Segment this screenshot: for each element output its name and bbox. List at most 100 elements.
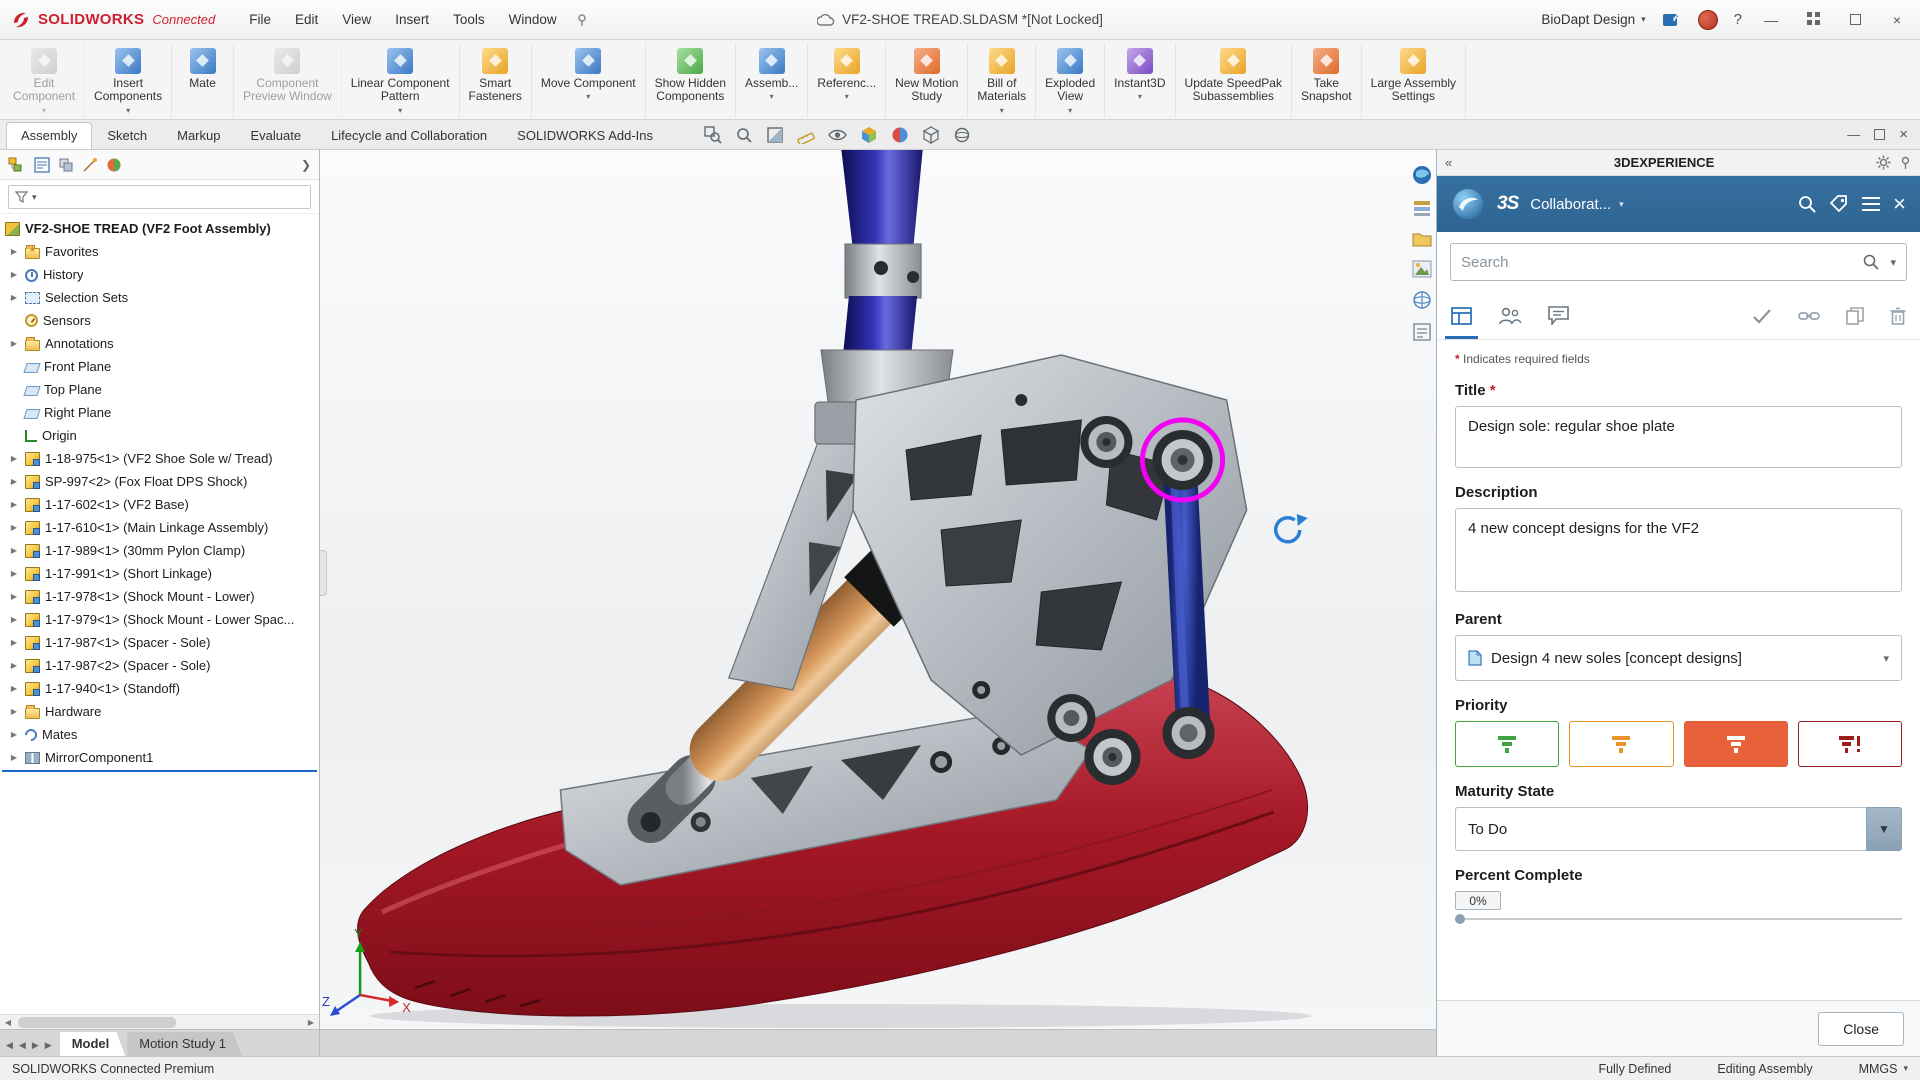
view-orientation-icon[interactable]: [860, 126, 878, 144]
tree-item[interactable]: ▶ 1-17-989<1> (30mm Pylon Clamp): [0, 539, 319, 562]
section-view-icon[interactable]: [766, 126, 784, 144]
expand-arrow-icon[interactable]: ▶: [8, 477, 20, 486]
commandmanager-tab[interactable]: Evaluate: [235, 122, 316, 149]
expand-arrow-icon[interactable]: ▶: [8, 569, 20, 578]
view-palette-icon[interactable]: [1412, 260, 1432, 278]
next-tab-button[interactable]: ▶: [32, 1040, 39, 1051]
panel-expand-chevron[interactable]: ❯: [301, 158, 311, 172]
help-button[interactable]: ?: [1734, 11, 1742, 28]
scroll-thumb[interactable]: [18, 1017, 176, 1028]
maturity-dropdown-button[interactable]: ▼: [1866, 807, 1902, 851]
maturity-dropdown[interactable]: To Do ▼: [1455, 807, 1902, 851]
app-switcher[interactable]: Collaborat... ▾: [1530, 196, 1623, 213]
last-tab-button[interactable]: ▶: [45, 1040, 52, 1051]
scroll-left-button[interactable]: ◀: [0, 1018, 16, 1027]
tree-horizontal-scrollbar[interactable]: ◀ ▶: [0, 1014, 319, 1029]
file-explorer-icon[interactable]: [1412, 230, 1432, 248]
ribbon-button[interactable]: New Motion Study ▾: [886, 43, 969, 118]
expand-arrow-icon[interactable]: ▶: [8, 707, 20, 716]
tree-item[interactable]: ▶ 1-17-978<1> (Shock Mount - Lower): [0, 585, 319, 608]
gear-icon[interactable]: [1876, 155, 1891, 170]
commandmanager-tab[interactable]: Assembly: [6, 122, 93, 149]
parent-dropdown[interactable]: Design 4 new soles [concept designs] ▾: [1455, 635, 1902, 681]
expand-arrow-icon[interactable]: ▶: [8, 615, 20, 624]
zoom-fit-icon[interactable]: [735, 126, 753, 144]
custom-properties-icon[interactable]: [1412, 322, 1432, 342]
menu-item[interactable]: Insert: [395, 12, 429, 27]
expand-arrow-icon[interactable]: ▶: [8, 339, 20, 348]
tree-root-item[interactable]: VF2-SHOE TREAD (VF2 Foot Assembly): [0, 217, 319, 240]
tree-item[interactable]: ▶ Origin: [0, 424, 319, 447]
collapse-panel-button[interactable]: «: [1445, 155, 1452, 170]
expand-arrow-icon[interactable]: ▶: [8, 454, 20, 463]
tab-duplicate[interactable]: [1846, 292, 1864, 339]
tree-item[interactable]: ▶ 1-17-987<1> (Spacer - Sole): [0, 631, 319, 654]
first-tab-button[interactable]: ◀: [6, 1040, 13, 1051]
expand-arrow-icon[interactable]: ▶: [8, 753, 20, 762]
workspace-selector[interactable]: BioDapt Design ▾: [1541, 12, 1645, 27]
tag-icon[interactable]: [1829, 194, 1849, 214]
ribbon-button[interactable]: Insert Components ▾: [85, 43, 173, 118]
expand-arrow-icon[interactable]: ▶: [8, 730, 20, 739]
tree-filter-field[interactable]: ▾: [8, 185, 311, 209]
user-avatar[interactable]: [1697, 9, 1718, 30]
commandmanager-tab[interactable]: Markup: [162, 122, 235, 149]
tree-item[interactable]: ▶ 1-17-987<2> (Spacer - Sole): [0, 654, 319, 677]
dimxpert-tab-icon[interactable]: [82, 157, 98, 173]
design-library-icon[interactable]: [1412, 198, 1432, 218]
expand-arrow-icon[interactable]: ▶: [8, 270, 20, 279]
ribbon-button[interactable]: Bill of Materials ▾: [968, 43, 1037, 118]
tree-item[interactable]: ▶ Favorites: [0, 240, 319, 263]
tree-item[interactable]: ▶ Front Plane: [0, 355, 319, 378]
hamburger-menu-icon[interactable]: [1861, 196, 1881, 212]
expand-arrow-icon[interactable]: ▶: [8, 661, 20, 670]
model-tab[interactable]: Model: [60, 1032, 126, 1056]
priority-low-button[interactable]: [1455, 721, 1560, 767]
tab-people[interactable]: [1498, 292, 1522, 339]
zoom-to-area-icon[interactable]: [704, 126, 722, 144]
title-field[interactable]: Design sole: regular shoe plate: [1455, 406, 1902, 468]
close-panel-button[interactable]: Close: [1818, 1011, 1904, 1046]
ribbon-button[interactable]: Take Snapshot ▾: [1292, 43, 1362, 118]
restore-button[interactable]: [1842, 12, 1868, 28]
tree-item[interactable]: ▶ 1-17-940<1> (Standoff): [0, 677, 319, 700]
expand-arrow-icon[interactable]: ▶: [8, 638, 20, 647]
tree-item[interactable]: ▶ 1-17-602<1> (VF2 Base): [0, 493, 319, 516]
ribbon-button[interactable]: Component Preview Window ▾: [234, 43, 342, 118]
display-style-icon[interactable]: [922, 126, 940, 144]
tab-comments[interactable]: [1548, 292, 1569, 339]
appearances-scenes-icon[interactable]: [1412, 290, 1432, 310]
priority-urgent-button[interactable]: [1797, 721, 1902, 767]
tree-item[interactable]: ▶ 1-17-610<1> (Main Linkage Assembly): [0, 516, 319, 539]
tree-item[interactable]: ▶ Right Plane: [0, 401, 319, 424]
property-manager-tab-icon[interactable]: [34, 156, 50, 173]
compass-logo-icon[interactable]: [1451, 187, 1485, 221]
menu-item[interactable]: Edit: [295, 12, 318, 27]
tab-details[interactable]: [1445, 292, 1478, 339]
ribbon-button[interactable]: Exploded View ▾: [1036, 43, 1106, 118]
configuration-manager-tab-icon[interactable]: [58, 157, 74, 173]
display-manager-tab-icon[interactable]: [106, 157, 122, 173]
menu-item[interactable]: View: [342, 12, 371, 27]
tree-item[interactable]: ▶ 1-17-979<1> (Shock Mount - Lower Spac.…: [0, 608, 319, 631]
tree-item[interactable]: ▶ Top Plane: [0, 378, 319, 401]
pin-icon[interactable]: [575, 13, 589, 27]
ribbon-button[interactable]: Edit Component ▾: [4, 43, 86, 118]
prev-tab-button[interactable]: ◀: [19, 1040, 26, 1051]
tree-item[interactable]: ▶ 1-18-975<1> (VF2 Shoe Sole w/ Tread): [0, 447, 319, 470]
commandmanager-tab[interactable]: Sketch: [92, 122, 162, 149]
minimize-button[interactable]: —: [1758, 12, 1784, 28]
tree-item[interactable]: ▶ Mates: [0, 723, 319, 746]
tab-delete[interactable]: [1890, 292, 1906, 339]
close-window-button[interactable]: ×: [1884, 12, 1910, 28]
tree-item[interactable]: ▶ 1-17-991<1> (Short Linkage): [0, 562, 319, 585]
tree-item[interactable]: ▶ History: [0, 263, 319, 286]
panel-close-icon[interactable]: ×: [1893, 193, 1906, 215]
ribbon-button[interactable]: Update SpeedPak Subassemblies ▾: [1176, 43, 1292, 118]
expand-arrow-icon[interactable]: ▶: [8, 293, 20, 302]
panel-search-icon[interactable]: [1797, 194, 1817, 214]
scroll-track[interactable]: [16, 1015, 303, 1029]
share-icon[interactable]: [1662, 11, 1682, 29]
tab-link[interactable]: [1798, 292, 1820, 339]
description-field[interactable]: 4 new concept designs for the VF2: [1455, 508, 1902, 592]
